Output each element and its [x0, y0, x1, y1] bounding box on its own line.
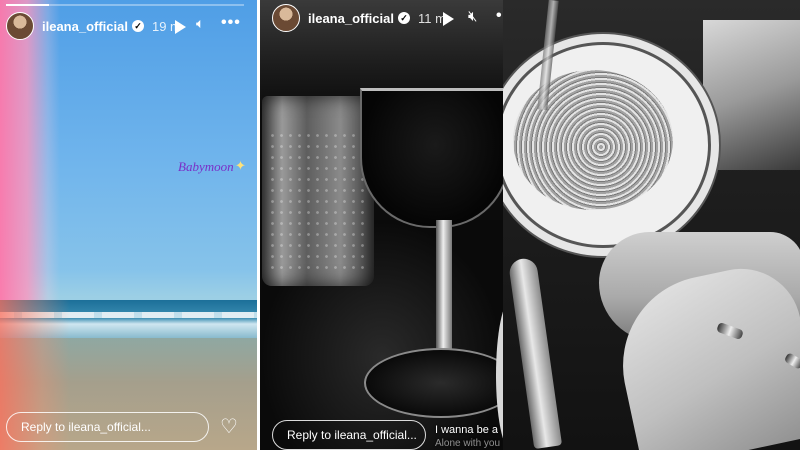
reply-placeholder: Reply to ileana_official...: [287, 428, 417, 442]
play-icon[interactable]: [175, 20, 186, 34]
spaghetti: [513, 70, 673, 210]
background-light: [703, 20, 800, 170]
sparkle-icon: ✦: [235, 158, 246, 173]
heart-icon[interactable]: ♡: [220, 414, 238, 439]
lyrics-line-1: I wanna be a: [435, 424, 498, 436]
story-progress-bar: [6, 4, 244, 6]
avatar[interactable]: [272, 4, 300, 32]
avatar[interactable]: [6, 12, 34, 40]
story-header: ileana_official ✓ 11 m: [272, 4, 446, 32]
play-icon[interactable]: [443, 12, 454, 26]
reply-input[interactable]: Reply to ileana_official...: [272, 420, 426, 450]
story-panel-beach[interactable]: ileana_official ✓ 19 m 🔈︎ ••• Babymoon ✦…: [0, 0, 257, 450]
reply-placeholder: Reply to ileana_official...: [21, 420, 151, 434]
more-icon[interactable]: •: [496, 7, 503, 25]
more-icon[interactable]: •••: [221, 14, 241, 32]
verified-badge-icon: ✓: [397, 12, 410, 24]
verified-badge-icon: ✓: [131, 20, 144, 32]
story-panel-drinks[interactable]: ileana_official ✓ 11 m 🔇︎ • Reply to ile…: [260, 0, 504, 450]
babymoon-sticker: Babymoon: [178, 159, 234, 174]
story-panel-pasta[interactable]: [503, 0, 800, 450]
mute-icon[interactable]: 🔈︎: [196, 15, 204, 32]
post-time: 11 m: [417, 10, 446, 26]
mute-icon[interactable]: 🔇︎: [468, 8, 477, 25]
reply-input[interactable]: Reply to ileana_official...: [6, 412, 209, 442]
story-progress-fill: [6, 4, 49, 6]
lyrics-line-2: Alone with you: [435, 438, 501, 449]
story-header: ileana_official ✓ 19 m: [6, 12, 181, 40]
condensation: [268, 130, 364, 270]
wine-glass: [360, 88, 504, 228]
username[interactable]: ileana_official: [308, 11, 394, 26]
username[interactable]: ileana_official: [42, 19, 128, 34]
